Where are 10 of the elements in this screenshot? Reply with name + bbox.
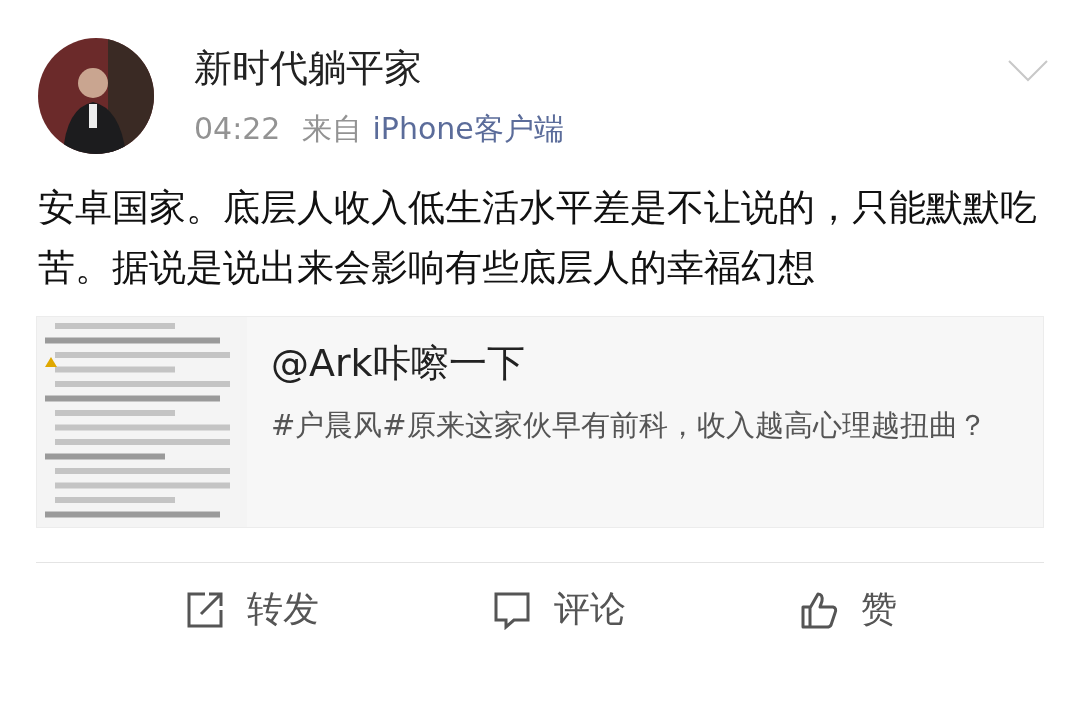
post-time: 04:22: [194, 110, 281, 148]
author-name[interactable]: 新时代躺平家: [194, 38, 1008, 98]
repost-button[interactable]: 转发: [174, 579, 329, 640]
shared-card[interactable]: @Ark咔嚓一下 #户晨风#原来这家伙早有前科，收入越高心理越扭曲？: [36, 316, 1044, 528]
post-text: 安卓国家。底层人收入低生活水平差是不让说的，只能默默吃苦。据说是说出来会影响有些底层人的幸福幻想: [38, 185, 1038, 291]
card-description: #户晨风#原来这家伙早有前科，收入越高心理越扭曲？: [271, 407, 988, 444]
source-link[interactable]: iPhone客户端: [372, 104, 564, 154]
like-button[interactable]: 赞: [789, 579, 908, 640]
source-prefix: 来自: [302, 110, 363, 148]
comment-button[interactable]: 评论: [482, 579, 636, 640]
